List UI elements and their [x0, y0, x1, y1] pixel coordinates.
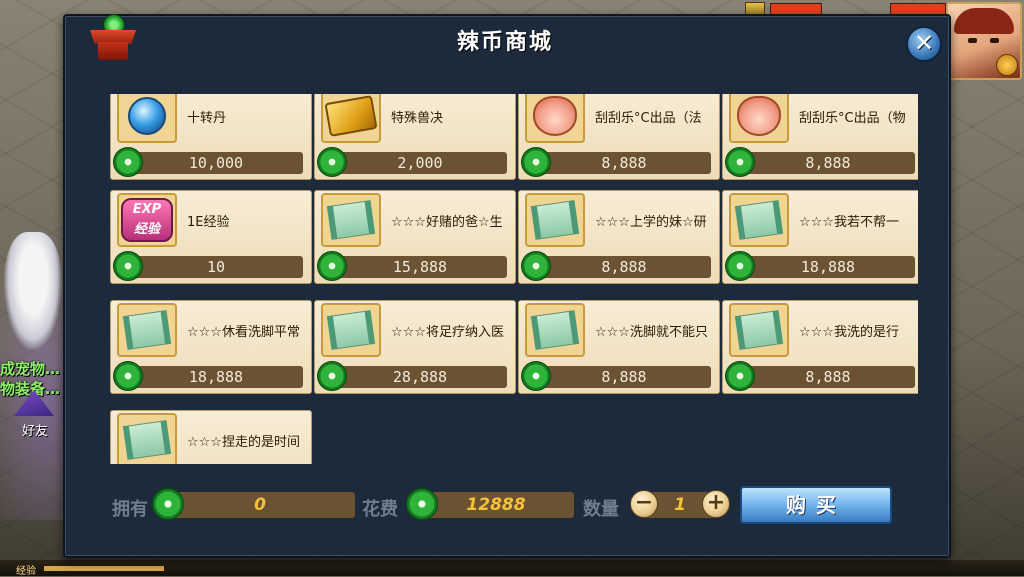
exp-label: 经验: [16, 566, 36, 577]
scroll-icon: [326, 310, 376, 350]
item-price: 8,888: [537, 152, 711, 174]
item-price: 15,888: [333, 256, 507, 278]
shop-item-card[interactable]: ☆☆☆我若不帮一 18,888: [722, 190, 918, 284]
coin-icon: [521, 147, 551, 177]
item-price: 18,888: [741, 256, 915, 278]
item-price: 8,888: [741, 366, 915, 388]
friend-label[interactable]: 好友: [22, 420, 48, 439]
coin-icon: [521, 251, 551, 281]
shop-item-card[interactable]: ☆☆☆我洗的是行 8,888: [722, 300, 918, 394]
lucky-bag-icon: [533, 96, 577, 136]
item-icon-frame: [321, 193, 381, 247]
shop-item-card[interactable]: ☆☆☆好赌的爸☆生 15,888: [314, 190, 516, 284]
buy-button[interactable]: 购买: [740, 486, 892, 524]
item-icon-frame: [321, 303, 381, 357]
quantity-plus-button[interactable]: +: [702, 490, 730, 518]
item-price: 8,888: [537, 366, 711, 388]
item-name: 刮刮乐°C出品（物: [799, 111, 906, 126]
item-name: 十转丹: [187, 111, 227, 126]
item-icon-frame: [729, 94, 789, 143]
cost-label: 花费: [362, 499, 398, 520]
item-grid: 十转丹 10,000 特殊兽决 2,000 刮刮乐°C出品（法 8,888 刮刮乐°C出品（…: [110, 94, 918, 464]
item-price: 8,888: [537, 256, 711, 278]
item-icon-frame: [729, 303, 789, 357]
exp-icon: EXP 经验: [121, 198, 173, 242]
background-text-1: 成宠物…: [0, 360, 61, 378]
item-name: 1E经验: [187, 215, 230, 230]
scroll-icon: [734, 310, 784, 350]
shop-title: 辣币商城: [456, 30, 553, 55]
item-name: ☆☆☆好赌的爸☆生: [391, 215, 503, 230]
own-coin-icon: [152, 488, 184, 520]
item-name: 刮刮乐°C出品（法: [595, 111, 702, 126]
orb-icon: [128, 97, 166, 135]
coin-icon: [317, 251, 347, 281]
exp-icon-text-bottom: 经验: [133, 222, 160, 237]
coin-icon: [113, 251, 143, 281]
lucky-bag-icon: [737, 96, 781, 136]
exp-progress: [44, 566, 164, 571]
shop-item-card[interactable]: ☆☆☆上学的妹☆研 8,888: [518, 190, 720, 284]
coin-icon: [113, 361, 143, 391]
scroll-icon: [122, 420, 172, 460]
item-price: 2,000: [333, 152, 507, 174]
coin-icon: [725, 147, 755, 177]
shop-item-card[interactable]: 刮刮乐°C出品（物 8,888: [722, 94, 918, 180]
shop-item-card[interactable]: ☆☆☆将足疗纳入医 28,888: [314, 300, 516, 394]
avatar-badge-icon: [996, 54, 1018, 76]
quantity-label: 数量: [583, 499, 619, 520]
pet-character: [4, 232, 62, 350]
scroll-icon: [326, 200, 376, 240]
scroll-icon: [530, 200, 580, 240]
shop-item-card[interactable]: 特殊兽决 2,000: [314, 94, 516, 180]
item-name: ☆☆☆我洗的是行: [799, 325, 899, 340]
own-label: 拥有: [112, 499, 148, 520]
coin-icon: [725, 251, 755, 281]
exp-icon-text-top: EXP: [132, 202, 162, 217]
close-button[interactable]: ✕: [906, 26, 942, 62]
own-value: 0: [165, 492, 355, 518]
item-price: 8,888: [741, 152, 915, 174]
item-name: ☆☆☆我若不帮一: [799, 215, 899, 230]
shop-item-card[interactable]: ☆☆☆休看洗脚平常 18,888: [110, 300, 312, 394]
item-name: 特殊兽决: [391, 111, 444, 126]
item-name: ☆☆☆上学的妹☆研: [595, 215, 707, 230]
item-price: 18,888: [129, 366, 303, 388]
item-name: ☆☆☆将足疗纳入医: [391, 325, 504, 340]
player-avatar[interactable]: [946, 2, 1022, 80]
scroll-icon: [122, 310, 172, 350]
shop-item-card[interactable]: ☆☆☆捏走的是时间: [110, 410, 312, 464]
item-icon-frame: [117, 413, 177, 464]
item-name: ☆☆☆休看洗脚平常: [187, 325, 300, 340]
shop-item-card[interactable]: ☆☆☆洗脚就不能只 8,888: [518, 300, 720, 394]
coin-icon: [317, 361, 347, 391]
shop-item-card[interactable]: 十转丹 10,000: [110, 94, 312, 180]
coin-icon: [113, 147, 143, 177]
scroll-icon: [530, 310, 580, 350]
coin-icon: [317, 147, 347, 177]
item-price: 28,888: [333, 366, 507, 388]
coin-icon: [725, 361, 755, 391]
item-price: 10,000: [129, 152, 303, 174]
item-icon-frame: [117, 94, 177, 143]
item-icon-frame: [321, 94, 381, 143]
coin-icon: [521, 361, 551, 391]
item-name: ☆☆☆捏走的是时间: [187, 435, 300, 450]
item-icon-frame: [525, 193, 585, 247]
shop-item-card[interactable]: 刮刮乐°C出品（法 8,888: [518, 94, 720, 180]
cost-coin-icon: [406, 488, 438, 520]
item-icon-frame: [525, 303, 585, 357]
item-icon-frame: [117, 303, 177, 357]
cost-value: 12888: [418, 492, 574, 518]
gold-book-icon: [324, 95, 378, 137]
item-price: 10: [129, 256, 303, 278]
item-icon-frame: EXP 经验: [117, 193, 177, 247]
shop-item-card[interactable]: EXP 经验 1E经验 10: [110, 190, 312, 284]
scroll-icon: [734, 200, 784, 240]
item-icon-frame: [729, 193, 789, 247]
item-icon-frame: [525, 94, 585, 143]
item-name: ☆☆☆洗脚就不能只: [595, 325, 708, 340]
quantity-minus-button[interactable]: −: [630, 490, 658, 518]
